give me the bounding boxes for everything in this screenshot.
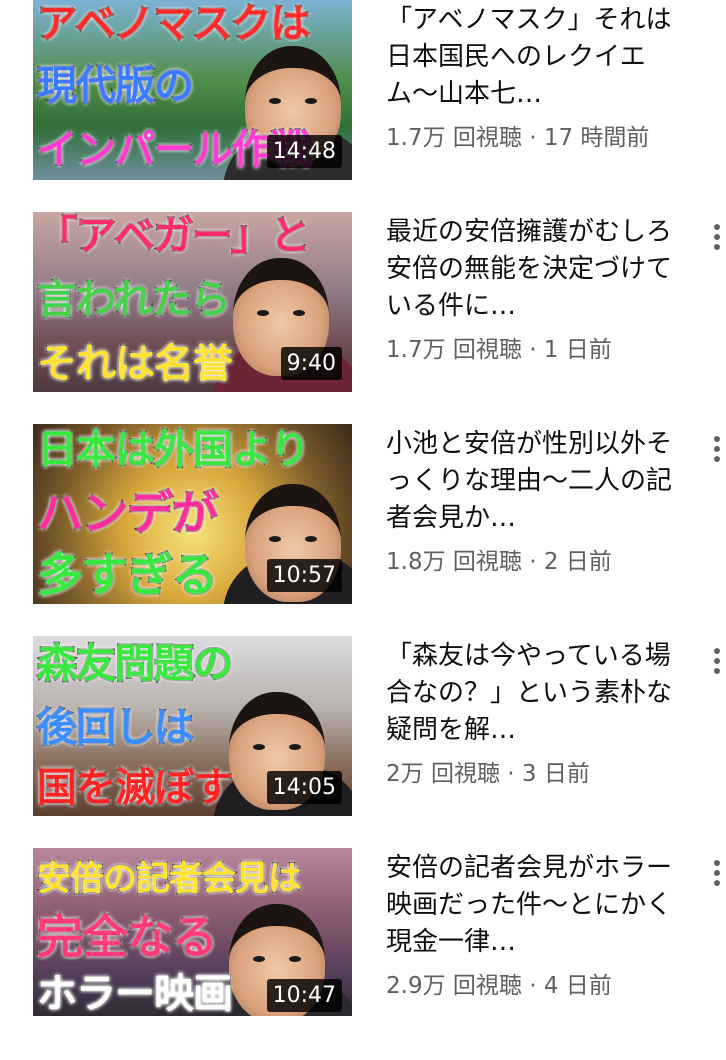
view-count: 1.7万 回視聴 [386,337,522,363]
thumbnail-caption: 国を滅ぼす [36,765,234,811]
view-count: 2万 回視聴 [386,761,500,787]
upload-age: 2 日前 [543,549,612,575]
video-meta: 2万 回視聴 · 3 日前 [386,754,590,788]
upload-age: 17 時間前 [543,125,650,151]
video-meta: 1.7万 回視聴 · 1 日前 [386,330,612,364]
video-meta: 2.9万 回視聴 · 4 日前 [386,966,612,1000]
video-item[interactable]: アベノマスクは 現代版の インパール作戦 14:48 「アベノマスク」それは日本… [0,0,726,212]
video-item[interactable]: 「アベガー」と 言われたら それは名誉 9:40 最近の安倍擁護がむしろ安倍の無… [0,212,726,424]
video-thumbnail[interactable]: 日本は外国より ハンデが 多すぎる 10:57 [33,424,352,604]
meta-separator: · [521,125,544,151]
duration-badge: 14:48 [266,135,342,168]
meta-separator: · [521,337,544,363]
video-thumbnail[interactable]: 森友問題の 後回しは 国を滅ぼす 14:05 [33,636,352,816]
thumbnail-caption: 森友問題の [36,641,234,687]
thumbnail-caption: ホラー映画 [36,971,234,1016]
view-count: 2.9万 回視聴 [386,973,522,999]
duration-badge: 14:05 [266,771,342,804]
thumbnail-caption: それは名誉 [36,341,234,387]
thumbnail-caption: 日本は外国より [36,427,311,473]
view-count: 1.8万 回視聴 [386,549,522,575]
thumbnail-caption: ハンデが [36,486,219,540]
upload-age: 1 日前 [543,337,612,363]
video-title[interactable]: 「アベノマスク」それは日本国民へのレクイエム〜山本七… [386,2,676,113]
thumbnail-caption: 言われたら [36,277,232,323]
meta-separator: · [499,761,522,787]
video-meta: 1.8万 回視聴 · 2 日前 [386,542,612,576]
thumbnail-caption: 完全なる [36,910,219,964]
thumbnail-caption: 後回しは [36,705,195,751]
duration-badge: 10:57 [266,559,342,592]
meta-separator: · [521,549,544,575]
thumbnail-caption: アベノマスクは [36,1,311,47]
video-thumbnail[interactable]: 「アベガー」と 言われたら それは名誉 9:40 [33,212,352,392]
more-vert-icon[interactable] [708,434,726,464]
more-vert-icon[interactable] [708,646,726,676]
video-item[interactable]: 安倍の記者会見は 完全なる ホラー映画 10:47 安倍の記者会見がホラー映画だ… [0,848,726,1060]
video-title[interactable]: 小池と安倍が性別以外そっくりな理由〜二人の記者会見か… [386,426,676,537]
thumbnail-caption: 現代版の [36,63,195,109]
thumbnail-caption: 多すぎる [36,548,219,602]
duration-badge: 9:40 [280,347,342,380]
upload-age: 3 日前 [521,761,590,787]
meta-separator: · [521,973,544,999]
more-vert-icon[interactable] [708,222,726,252]
video-thumbnail[interactable]: 安倍の記者会見は 完全なる ホラー映画 10:47 [33,848,352,1016]
video-thumbnail[interactable]: アベノマスクは 現代版の インパール作戦 14:48 [33,0,352,180]
thumbnail-caption: 「アベガー」と [36,213,311,259]
video-item[interactable]: 森友問題の 後回しは 国を滅ぼす 14:05 「森友は今やっている場合なの？」と… [0,636,726,848]
video-meta: 1.7万 回視聴 · 17 時間前 [386,118,649,152]
video-title[interactable]: 最近の安倍擁護がむしろ安倍の無能を決定づけている件に… [386,214,676,325]
more-vert-icon[interactable] [708,858,726,888]
upload-age: 4 日前 [543,973,612,999]
duration-badge: 10:47 [266,979,342,1012]
thumbnail-caption: 安倍の記者会見は [36,859,303,899]
view-count: 1.7万 回視聴 [386,125,522,151]
video-item[interactable]: 日本は外国より ハンデが 多すぎる 10:57 小池と安倍が性別以外そっくりな理… [0,424,726,636]
video-title[interactable]: 安倍の記者会見がホラー映画だった件〜とにかく現金一律… [386,850,676,961]
video-title[interactable]: 「森友は今やっている場合なの？」という素朴な疑問を解… [386,638,676,749]
